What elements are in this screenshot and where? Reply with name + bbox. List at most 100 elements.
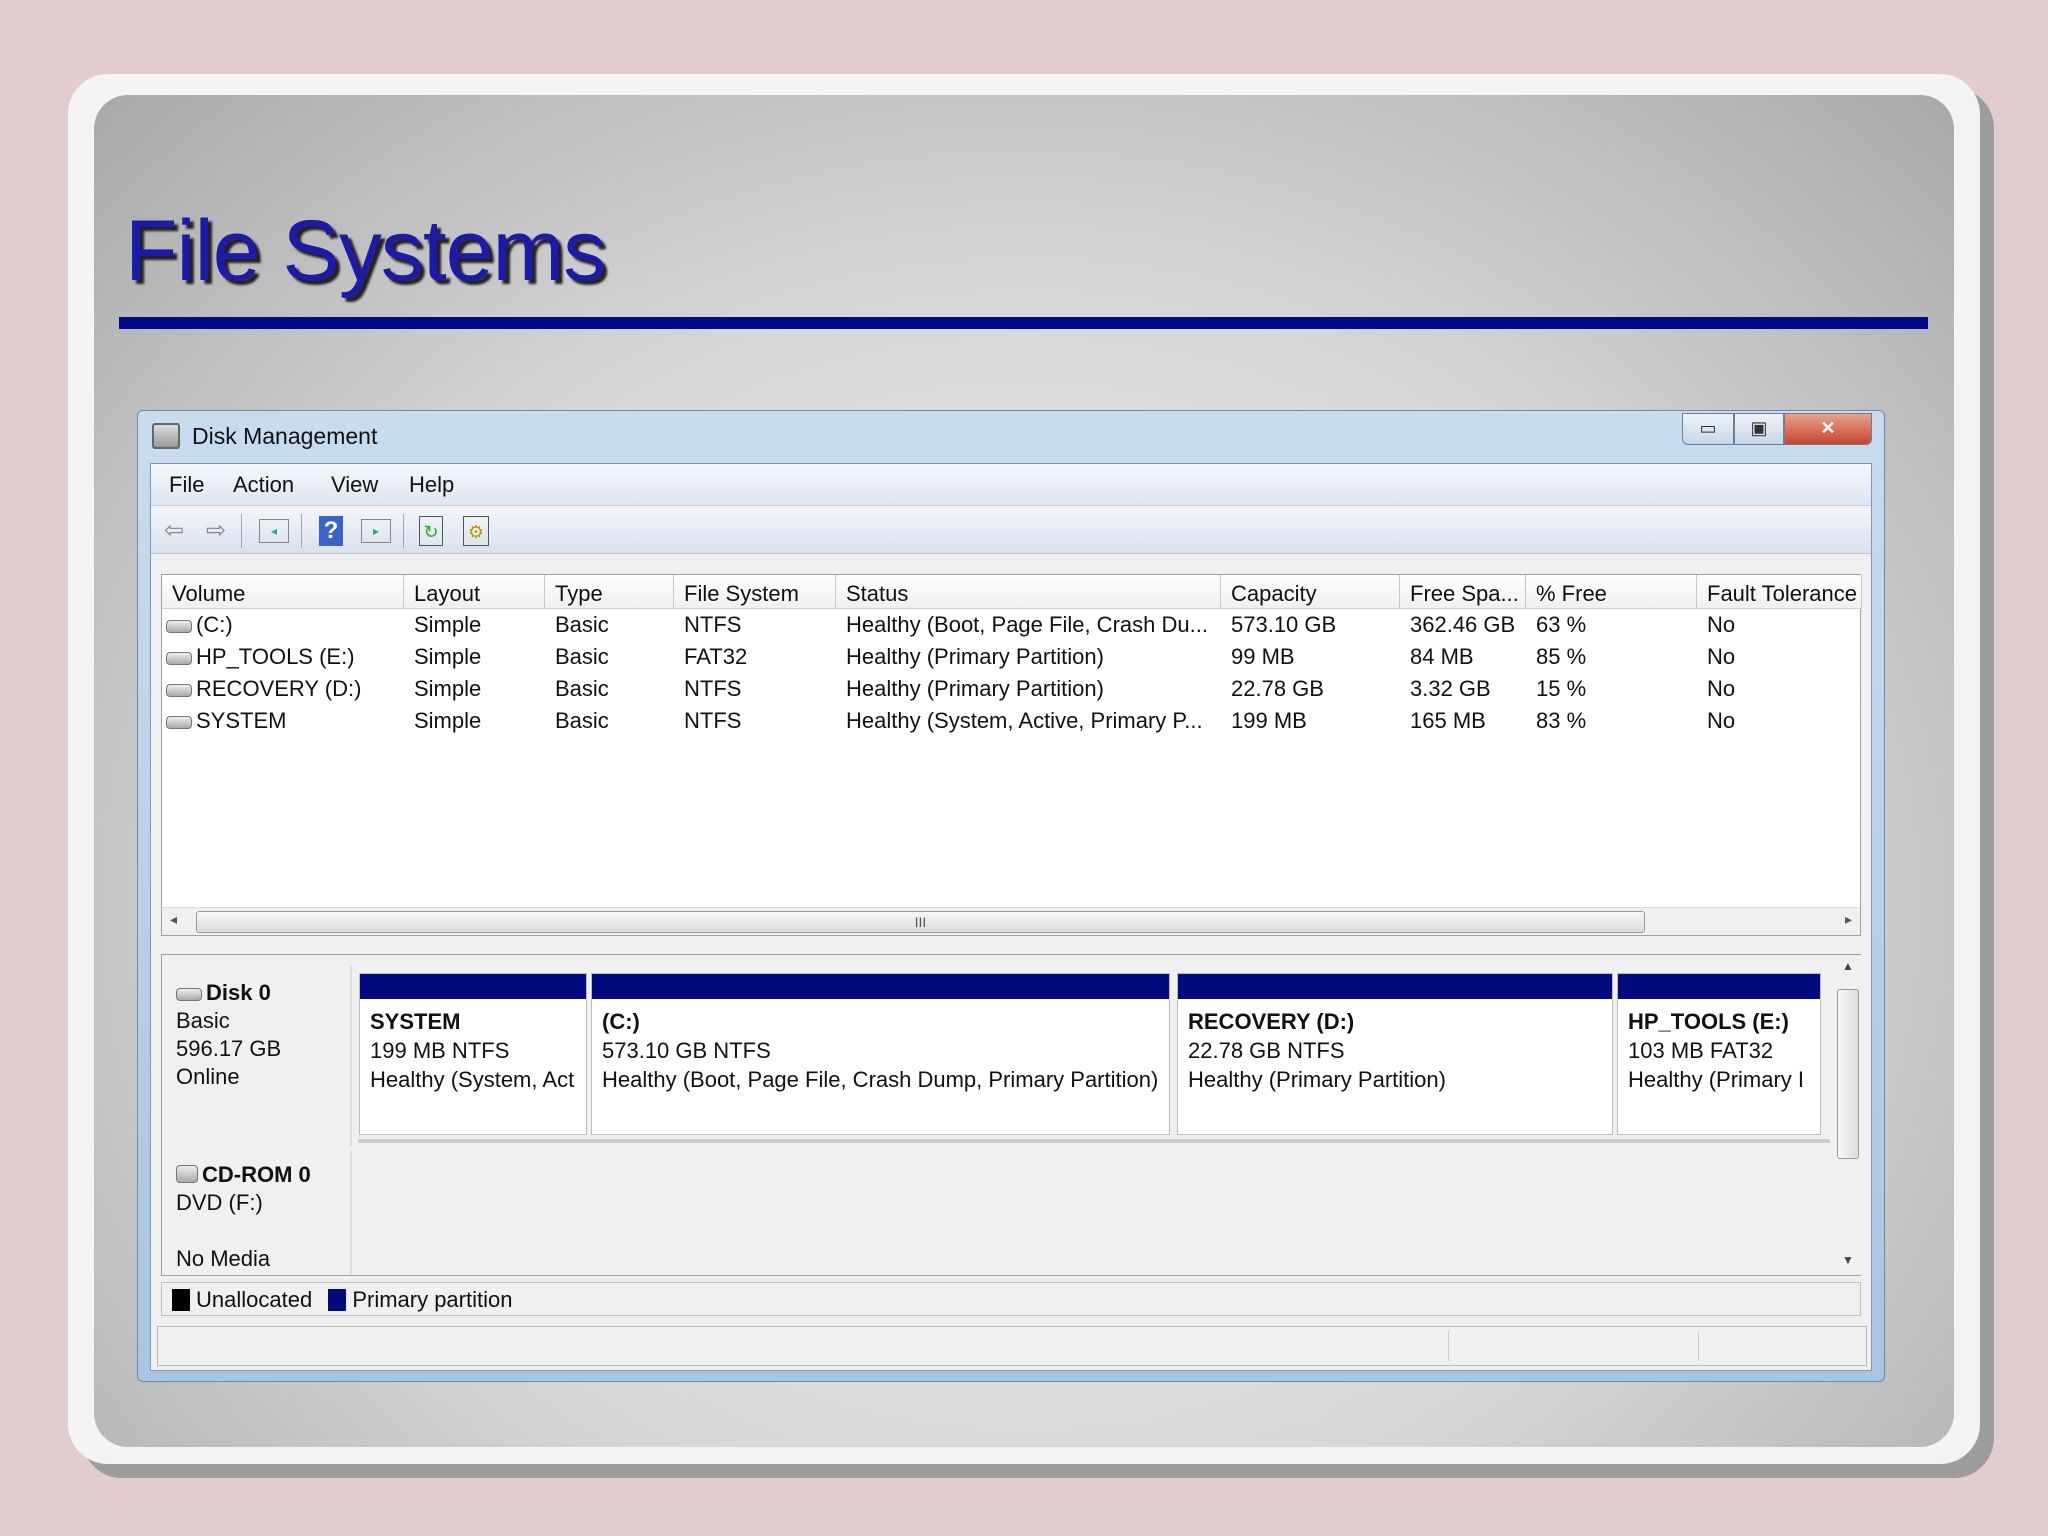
cell-capacity: 199 MB <box>1231 708 1307 733</box>
legend-primary-partition: Primary partition <box>352 1287 513 1312</box>
menu-view[interactable]: View <box>331 472 378 498</box>
back-arrow-icon[interactable]: ⇦ <box>159 516 189 546</box>
partition-block[interactable]: (C:) 573.10 GB NTFS Healthy (Boot, Page Fi… <box>591 973 1170 1135</box>
cell-percent-free: 63 % <box>1536 612 1587 637</box>
cell-type: Basic <box>555 644 609 669</box>
partition-status: Healthy (Primary Partition) <box>1188 1067 1446 1092</box>
help-icon[interactable]: ? <box>319 516 343 546</box>
cell-capacity: 573.10 GB <box>1231 612 1337 637</box>
column-header-file-system[interactable]: File System <box>674 575 836 609</box>
cell-status: Healthy (System, Active, Primary P... <box>846 708 1203 733</box>
table-row[interactable]: RECOVERY (D:) Simple Basic NTFS Healthy (Pri… <box>162 673 1860 705</box>
cell-percent-free: 83 % <box>1536 708 1587 733</box>
minimize-button[interactable]: ▭ <box>1682 413 1734 445</box>
cell-file-system: NTFS <box>684 676 742 701</box>
cell-layout: Simple <box>414 708 482 733</box>
primary-partition-bar <box>1178 974 1612 999</box>
column-header-percent-free[interactable]: % Free <box>1526 575 1697 609</box>
toolbar: ⇦ ⇨ ◂ ? ▸ ↻ ⚙ <box>151 508 1871 554</box>
primary-partition-swatch <box>328 1289 347 1311</box>
horizontal-scrollbar[interactable]: ◂ III ▸ <box>162 907 1860 935</box>
menu-help[interactable]: Help <box>409 472 454 498</box>
cdrom-state: No Media <box>176 1246 271 1271</box>
cell-capacity: 22.78 GB <box>1231 676 1324 701</box>
cdrom-icon <box>176 1165 198 1183</box>
cell-fault-tolerance: No <box>1707 676 1736 701</box>
cell-fault-tolerance: No <box>1707 708 1736 733</box>
show-hide-console-tree-icon[interactable]: ◂ <box>259 519 289 543</box>
partition-block[interactable]: RECOVERY (D:) 22.78 GB NTFS Healthy (Prima… <box>1177 973 1613 1135</box>
primary-partition-bar <box>1618 974 1820 999</box>
menu-file[interactable]: File <box>169 472 204 498</box>
column-header-volume[interactable]: Volume <box>162 575 404 609</box>
cell-fault-tolerance: No <box>1707 644 1736 669</box>
maximize-button[interactable]: ▣ <box>1734 413 1784 445</box>
cell-layout: Simple <box>414 644 482 669</box>
properties-icon[interactable]: ⚙ <box>463 516 489 546</box>
cell-type: Basic <box>555 708 609 733</box>
partition-size: 199 MB NTFS <box>370 1038 510 1063</box>
close-button[interactable]: ✕ <box>1784 413 1872 445</box>
scrollbar-thumb[interactable]: III <box>196 911 1645 933</box>
disk-divider <box>358 1139 1830 1143</box>
partition-status: Healthy (Boot, Page File, Crash Dump, Pr… <box>602 1067 1159 1092</box>
cell-percent-free: 15 % <box>1536 676 1587 701</box>
menu-bar: File Action View Help <box>151 464 1871 506</box>
scroll-left-icon[interactable]: ◂ <box>170 911 177 928</box>
table-row[interactable]: SYSTEM Simple Basic NTFS Healthy (System, Ac… <box>162 705 1860 737</box>
title-rule <box>119 317 1928 329</box>
cdrom-0-label[interactable]: CD-ROM 0 DVD (F:) No Media <box>162 1151 352 1275</box>
cdrom-type: DVD (F:) <box>176 1190 263 1215</box>
status-bar <box>157 1326 1867 1366</box>
column-header-status[interactable]: Status <box>836 575 1221 609</box>
cell-type: Basic <box>555 612 609 637</box>
partition-name: RECOVERY (D:) <box>1188 1009 1355 1034</box>
partition-status: Healthy (Primary I <box>1628 1067 1805 1092</box>
scroll-right-icon[interactable]: ▸ <box>1845 911 1852 928</box>
table-row[interactable]: (C:) Simple Basic NTFS Healthy (Boot, Page F… <box>162 609 1860 641</box>
disk-graphical-view: Disk 0 Basic 596.17 GB Online SYSTEM 199 … <box>161 954 1861 1276</box>
column-header-free-space[interactable]: Free Spa... <box>1400 575 1526 609</box>
cell-volume: SYSTEM <box>166 705 404 737</box>
partition-size: 103 MB FAT32 <box>1628 1038 1774 1063</box>
column-header-layout[interactable]: Layout <box>404 575 545 609</box>
cell-free-space: 165 MB <box>1410 708 1486 733</box>
volume-icon <box>166 620 192 633</box>
cell-free-space: 362.46 GB <box>1410 612 1516 637</box>
toolbar-separator <box>241 514 242 548</box>
scroll-up-icon[interactable]: ▲ <box>1842 959 1854 973</box>
forward-arrow-icon[interactable]: ⇨ <box>201 516 231 546</box>
table-row[interactable]: HP_TOOLS (E:) Simple Basic FAT32 Healthy (Pr… <box>162 641 1860 673</box>
column-header-capacity[interactable]: Capacity <box>1221 575 1400 609</box>
menu-action[interactable]: Action <box>233 472 294 498</box>
cell-volume: (C:) <box>166 609 404 641</box>
partition-size: 573.10 GB NTFS <box>602 1038 771 1063</box>
cdrom-name: CD-ROM 0 <box>202 1162 311 1187</box>
disk-management-window: Disk Management ▭ ▣ ✕ File Action View H… <box>137 410 1885 1382</box>
window-client: File Action View Help ⇦ ⇨ ◂ ? ▸ ↻ ⚙ Volu… <box>150 463 1872 1371</box>
cell-status: Healthy (Primary Partition) <box>846 644 1104 669</box>
cell-capacity: 99 MB <box>1231 644 1295 669</box>
partition-block[interactable]: SYSTEM 199 MB NTFS Healthy (System, Act <box>359 973 587 1135</box>
primary-partition-bar <box>592 974 1169 999</box>
cell-file-system: NTFS <box>684 612 742 637</box>
vertical-scroll-thumb[interactable] <box>1837 989 1859 1159</box>
partition-block[interactable]: HP_TOOLS (E:) 103 MB FAT32 Healthy (Primar… <box>1617 973 1821 1135</box>
partition-size: 22.78 GB NTFS <box>1188 1038 1345 1063</box>
column-header-type[interactable]: Type <box>545 575 674 609</box>
scroll-down-icon[interactable]: ▼ <box>1842 1253 1854 1267</box>
column-header-fault-tolerance[interactable]: Fault Tolerance <box>1697 575 1862 609</box>
primary-partition-bar <box>360 974 586 999</box>
vertical-scrollbar[interactable]: ▲ ▼ <box>1835 955 1861 1275</box>
window-title: Disk Management <box>192 423 378 449</box>
toolbar-separator <box>301 514 302 548</box>
toolbar-separator <box>403 514 404 548</box>
disk-name: Disk 0 <box>206 980 271 1005</box>
show-hide-action-pane-icon[interactable]: ▸ <box>361 519 391 543</box>
cell-layout: Simple <box>414 612 482 637</box>
disk-state: Online <box>176 1064 240 1089</box>
refresh-icon[interactable]: ↻ <box>419 516 443 546</box>
partition-name: SYSTEM <box>370 1009 461 1034</box>
disk-management-icon <box>152 423 180 449</box>
disk-0-label[interactable]: Disk 0 Basic 596.17 GB Online <box>162 965 352 1147</box>
